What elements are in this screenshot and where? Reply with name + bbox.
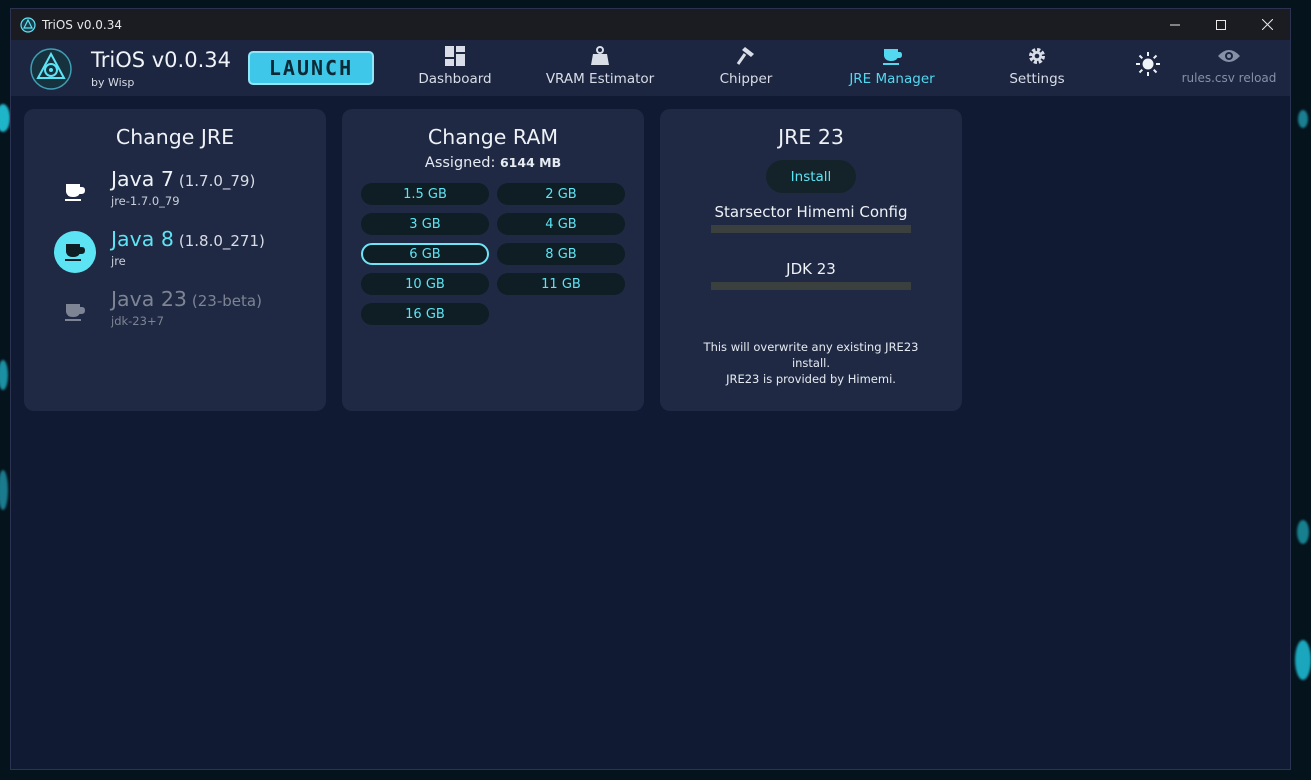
- jre-name: Java 8 (1.8.0_271): [111, 227, 265, 251]
- trios-logo-icon: [30, 48, 72, 90]
- ram-option-button[interactable]: 10 GB: [361, 273, 489, 295]
- ram-option-button[interactable]: 11 GB: [497, 273, 625, 295]
- jre23-card: JRE 23 Install Starsector Himemi Config …: [660, 109, 962, 411]
- nav-vram-estimator[interactable]: VRAM Estimator: [545, 45, 655, 91]
- jre-option-java23[interactable]: Java 23 (23-beta) jdk-23+7: [54, 287, 304, 339]
- nav-jre-manager-label: JRE Manager: [849, 71, 935, 87]
- jre-option-java8[interactable]: Java 8 (1.8.0_271) jre: [54, 227, 304, 279]
- change-jre-title: Change JRE: [115, 125, 235, 149]
- assigned-label: Assigned:: [424, 155, 496, 171]
- note-line: This will overwrite any existing JRE23: [703, 340, 919, 354]
- ram-option-button[interactable]: 8 GB: [497, 243, 625, 265]
- nav-vram-estimator-label: VRAM Estimator: [545, 71, 655, 87]
- eye-icon: [1217, 45, 1241, 67]
- app-header: TriOS v0.0.34 by Wisp LAUNCH Dashboard V…: [11, 40, 1290, 96]
- minimize-icon: [1170, 24, 1180, 25]
- jre-version: (23-beta): [191, 292, 262, 310]
- dashboard-icon: [445, 45, 465, 67]
- ram-options: 1.5 GB 2 GB 3 GB 4 GB 6 GB 8 GB 10 GB 11…: [361, 183, 625, 325]
- change-ram-title: Change RAM: [427, 125, 559, 149]
- change-ram-card: Change RAM Assigned: 6144 MB 1.5 GB 2 GB…: [342, 109, 644, 411]
- nav-chipper-label: Chipper: [719, 71, 773, 87]
- app-title: TriOS v0.0.34: [91, 48, 231, 72]
- close-icon: [1261, 19, 1273, 30]
- note-line: JRE23 is provided by Himemi.: [726, 372, 896, 386]
- assigned-value: 6144 MB: [499, 155, 562, 170]
- app-window: TriOS v0.0.34 TriOS v0.0.34 by Wisp LAUN…: [10, 8, 1291, 770]
- coffee-cup-icon: [54, 231, 96, 273]
- wallpaper-bokeh: [1295, 640, 1311, 680]
- maximize-button[interactable]: [1198, 9, 1244, 40]
- nav-dashboard[interactable]: Dashboard: [418, 45, 492, 91]
- ram-option-button[interactable]: 1.5 GB: [361, 183, 489, 205]
- nav-dashboard-label: Dashboard: [418, 71, 492, 87]
- jre-name: Java 7 (1.7.0_79): [111, 167, 256, 191]
- jre-option-java7[interactable]: Java 7 (1.7.0_79) jre-1.7.0_79: [54, 167, 304, 219]
- minimize-button[interactable]: [1152, 9, 1198, 40]
- rules-csv-reload-label: rules.csv reload: [1181, 71, 1277, 85]
- ram-option-button-selected[interactable]: 6 GB: [361, 243, 489, 265]
- ram-option-button[interactable]: 4 GB: [497, 213, 625, 235]
- jdk23-label: JDK 23: [786, 260, 836, 278]
- jre-version: (1.8.0_271): [178, 232, 265, 250]
- launch-button[interactable]: LAUNCH: [248, 51, 374, 85]
- coffee-cup-icon: [882, 45, 902, 67]
- jre-path: jre-1.7.0_79: [111, 194, 180, 208]
- jre23-note: This will overwrite any existing JRE23 i…: [680, 339, 942, 387]
- ram-option-button[interactable]: 16 GB: [361, 303, 489, 325]
- jre-path: jdk-23+7: [111, 314, 164, 328]
- note-line: install.: [791, 356, 831, 370]
- himemi-config-label: Starsector Himemi Config: [714, 203, 908, 221]
- jre-version: (1.7.0_79): [178, 172, 256, 190]
- install-button[interactable]: Install: [766, 160, 856, 193]
- hammer-icon: [736, 45, 756, 67]
- wallpaper-bokeh: [0, 470, 8, 510]
- window-titlebar[interactable]: TriOS v0.0.34: [11, 9, 1290, 40]
- ram-option-button[interactable]: 2 GB: [497, 183, 625, 205]
- app-subtitle: by Wisp: [91, 76, 135, 89]
- nav-settings[interactable]: Settings: [1007, 45, 1067, 91]
- nav-jre-manager[interactable]: JRE Manager: [847, 45, 937, 91]
- jre23-title: JRE 23: [778, 125, 844, 149]
- wallpaper-bokeh: [1298, 110, 1308, 128]
- maximize-icon: [1216, 19, 1226, 30]
- nav-settings-label: Settings: [1009, 71, 1065, 87]
- wallpaper-bokeh: [1297, 520, 1309, 544]
- window-title: TriOS v0.0.34: [42, 17, 122, 32]
- jre-path: jre: [111, 254, 126, 268]
- wallpaper-bokeh: [0, 104, 10, 132]
- theme-toggle-button[interactable]: [1133, 52, 1163, 99]
- coffee-cup-icon: [54, 171, 96, 213]
- ram-option-button[interactable]: 3 GB: [361, 213, 489, 235]
- jdk23-progress-bar: [711, 282, 911, 290]
- sun-icon: [1136, 52, 1160, 76]
- wallpaper-bokeh: [0, 360, 8, 390]
- himemi-config-progress-bar: [711, 225, 911, 233]
- close-button[interactable]: [1244, 9, 1290, 40]
- gear-icon: [1027, 45, 1047, 67]
- change-jre-card: Change JRE Java 7 (1.7.0_79) jre-1.7.0_79…: [24, 109, 326, 411]
- nav-chipper[interactable]: Chipper: [716, 45, 776, 91]
- trios-small-logo-icon: [20, 16, 36, 33]
- coffee-cup-icon: [54, 291, 96, 333]
- weight-icon: [590, 45, 610, 67]
- jre-name: Java 23 (23-beta): [111, 287, 262, 311]
- rules-csv-reload-button[interactable]: rules.csv reload: [1181, 45, 1277, 91]
- assigned-ram: Assigned: 6144 MB: [342, 155, 644, 171]
